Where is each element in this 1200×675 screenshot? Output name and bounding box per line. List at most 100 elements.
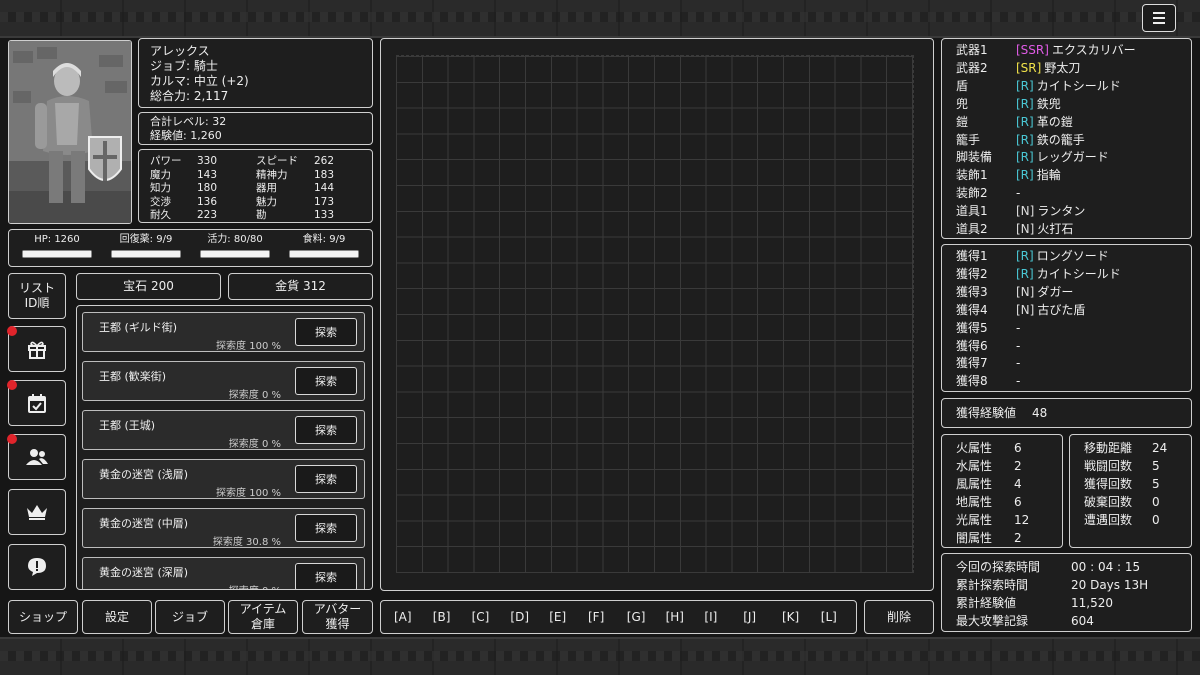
rarity-tag: [R] xyxy=(1016,249,1034,263)
rarity-tag: [R] xyxy=(1016,150,1034,165)
loot-row: 獲得8 - xyxy=(956,373,1020,389)
equipment-row: 鎧 [R] 革の鎧 xyxy=(956,114,1073,130)
job-button[interactable]: ジョブ xyxy=(155,600,225,634)
delete-button[interactable]: 削除 xyxy=(864,600,934,634)
loot-row: 獲得1 [R] ロングソード xyxy=(956,248,1109,264)
letter-slot[interactable]: [B] xyxy=(433,610,451,624)
slot-name: 獲得8 xyxy=(956,374,988,389)
location-item: 王都 (歓楽街) 探索度 0 % 探索 xyxy=(82,361,365,401)
explore-button[interactable]: 探索 xyxy=(295,465,357,493)
equipment-row: 脚装備 [R] レッグガード xyxy=(956,149,1109,165)
stat-label: 光属性 xyxy=(956,512,993,527)
stat-row: パワー 330 スピード 262 xyxy=(150,154,370,168)
avatar-acquire-button[interactable]: アバター 獲得 xyxy=(302,600,373,634)
message-button[interactable] xyxy=(8,544,66,590)
list-sort-button[interactable]: リスト ID順 xyxy=(8,273,66,319)
stat-value: 262 xyxy=(314,155,335,167)
location-item: 黄金の迷宮 (中層) 探索度 30.8 % 探索 xyxy=(82,508,365,548)
top-decorative-frame xyxy=(0,0,1200,38)
rarity-tag: [N] xyxy=(1016,284,1035,299)
gift-notification-badge xyxy=(7,326,17,336)
gained-exp-panel: 獲得経験値 48 xyxy=(941,398,1192,428)
letter-slot[interactable]: [D] xyxy=(510,610,529,624)
main-menu-button[interactable] xyxy=(1142,4,1176,32)
letter-slot[interactable]: [G] xyxy=(627,610,646,624)
location-progress: 探索度 100 % xyxy=(216,488,281,499)
stat-value: 223 xyxy=(197,209,218,221)
stat-value: 180 xyxy=(197,182,218,194)
item-name: 鉄兜 xyxy=(1036,96,1061,111)
gauge-label: HP: 1260 xyxy=(34,234,80,245)
equipment-row: 武器1 [SSR] エクスカリバー xyxy=(956,42,1136,58)
equipment-row: 籠手 [R] 鉄の籠手 xyxy=(956,132,1085,148)
letter-slot[interactable]: [I] xyxy=(704,610,717,624)
stat-value: 0 xyxy=(1152,494,1160,509)
stat-value: 20 Days 13H xyxy=(1071,577,1149,592)
slot-name: 獲得2 xyxy=(956,266,988,281)
loot-row: 獲得4 [N] 古びた盾 xyxy=(956,302,1085,318)
letter-slot[interactable]: [F] xyxy=(588,610,604,624)
explore-button[interactable]: 探索 xyxy=(295,514,357,542)
dungeon-map-grid[interactable] xyxy=(396,55,914,573)
experience: 経験値: 1,260 xyxy=(150,129,222,142)
shop-button[interactable]: ショップ xyxy=(8,600,78,634)
stat-row: 耐久 223 勘 133 xyxy=(150,208,370,222)
gauge-bar xyxy=(22,250,92,258)
rarity-tag: [N] xyxy=(1016,302,1035,317)
calendar-button[interactable] xyxy=(8,380,66,426)
item-name: エクスカリバー xyxy=(1051,43,1136,57)
item-name: - xyxy=(1016,320,1021,335)
letter-slot[interactable]: [J] xyxy=(743,610,756,624)
stat-name: 耐久 xyxy=(150,209,171,221)
letter-slot[interactable]: [E] xyxy=(549,610,566,624)
slot-name: 道具1 xyxy=(956,204,988,219)
crown-icon xyxy=(27,505,47,520)
explore-button[interactable]: 探索 xyxy=(295,563,357,589)
equipment-row: 道具1 [N] ランタン xyxy=(956,203,1085,219)
explore-button[interactable]: 探索 xyxy=(295,367,357,395)
letter-slot[interactable]: [L] xyxy=(821,610,837,624)
location-list-panel[interactable]: 王都 (ギルド街) 探索度 100 % 探索 王都 (歓楽街) 探索度 0 % 探索 王都 … xyxy=(76,305,373,590)
counters-panel: 移動距離 24 戦闘回数 5 獲得回数 5 破棄回数 0 遭遇回数 0 xyxy=(1069,434,1192,548)
settings-button[interactable]: 設定 xyxy=(82,600,152,634)
stat-name: 精神力 xyxy=(256,168,288,181)
gift-button[interactable] xyxy=(8,326,66,372)
letter-slot[interactable]: [A] xyxy=(394,610,412,624)
gauge-label: 食料: 9/9 xyxy=(302,234,346,245)
item-name: カイトシールド xyxy=(1036,78,1121,93)
equipment-row: 道具2 [N] 火打石 xyxy=(956,221,1073,237)
equipment-row: 装飾2 - xyxy=(956,185,1020,201)
slot-name: 獲得3 xyxy=(956,284,988,299)
stat-value: 12 xyxy=(1014,512,1030,527)
party-button[interactable] xyxy=(8,434,66,480)
item-name: - xyxy=(1016,338,1021,353)
stat-name: 知力 xyxy=(150,182,171,194)
location-item: 黄金の迷宮 (深層) 探索度 0 % 探索 xyxy=(82,557,365,589)
item-storage-button[interactable]: アイテム 倉庫 xyxy=(228,600,298,634)
letter-slot[interactable]: [K] xyxy=(782,610,799,624)
letter-slot[interactable]: [C] xyxy=(472,610,490,624)
stat-label: 最大攻撃記録 xyxy=(956,613,1029,628)
stat-label: 累計経験値 xyxy=(956,595,1017,610)
letter-slot[interactable]: [H] xyxy=(666,610,684,624)
item-name: - xyxy=(1016,356,1021,371)
calendar-notification-badge xyxy=(7,380,17,390)
party-notification-badge xyxy=(7,434,17,444)
stat-value: 0 xyxy=(1152,512,1160,527)
character-karma: カルマ: 中立 (+2) xyxy=(150,74,249,88)
gained-exp-value: 48 xyxy=(1032,406,1048,420)
gift-icon xyxy=(28,341,46,359)
stat-value: 136 xyxy=(197,195,218,208)
list-sort-sublabel: ID順 xyxy=(24,296,50,310)
ranking-button[interactable] xyxy=(8,489,66,535)
stat-name: 器用 xyxy=(256,182,277,194)
stat-name: 魅力 xyxy=(256,195,277,208)
stat-label: 破棄回数 xyxy=(1084,494,1133,509)
explore-button[interactable]: 探索 xyxy=(295,416,357,444)
gauge-fill xyxy=(23,251,91,257)
explore-button[interactable]: 探索 xyxy=(295,318,357,346)
item-name: レッグガード xyxy=(1036,150,1109,165)
loot-row: 獲得3 [N] ダガー xyxy=(956,284,1073,300)
gems-display: 宝石 200 xyxy=(76,273,221,300)
item-storage-label: アイテム xyxy=(239,602,287,616)
